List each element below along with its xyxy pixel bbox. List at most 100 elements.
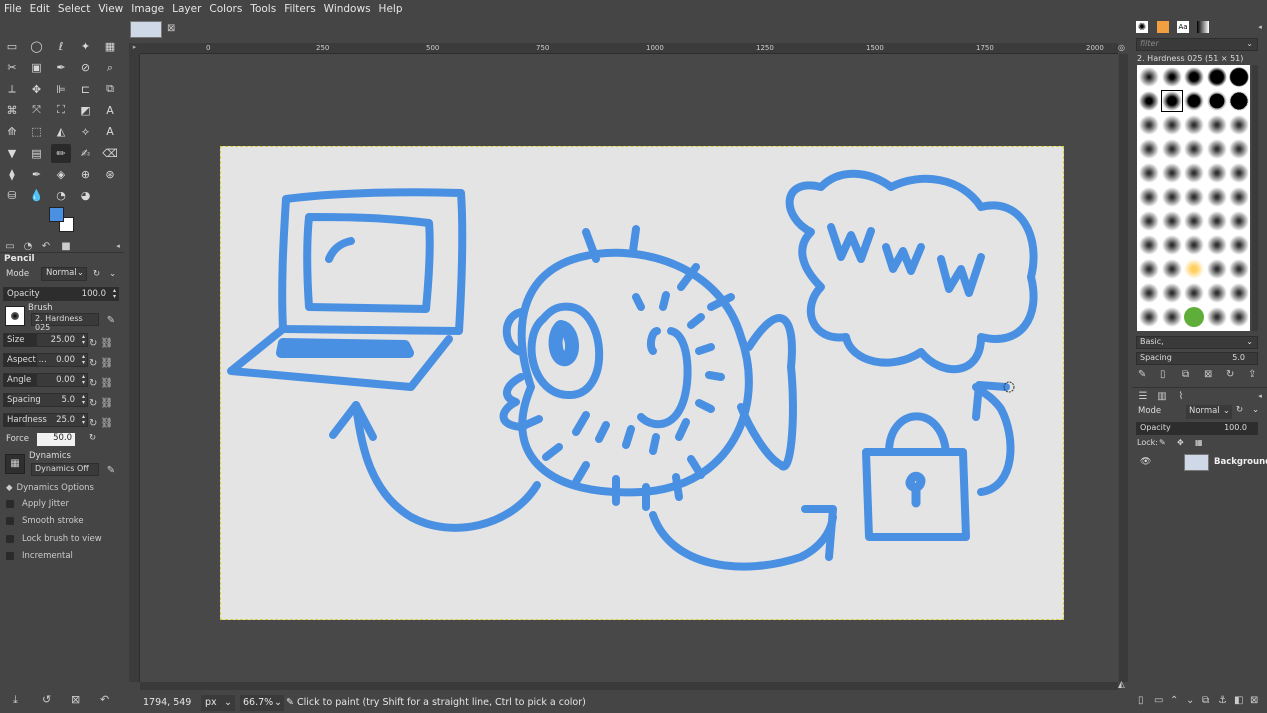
brush-thumbnail[interactable] — [1184, 139, 1204, 159]
layer-mode-reset-icon[interactable]: ↻ — [1236, 405, 1243, 415]
brush-thumbnail[interactable] — [1229, 307, 1249, 327]
fonts-tab-icon[interactable]: Aa — [1177, 21, 1189, 33]
brush-thumbnail[interactable] — [1184, 235, 1204, 255]
fuzzy-select-tool-icon[interactable]: ✦ — [76, 37, 96, 56]
perspective-clone-tool-icon[interactable]: ⛁ — [2, 186, 22, 205]
dynamics-options-expander[interactable]: ◆ Dynamics Options — [3, 481, 94, 495]
warp-transform-tool-icon[interactable]: ◭ — [51, 122, 71, 141]
zoom-select[interactable]: 66.7% ⌄ — [240, 694, 284, 711]
brush-thumbnail[interactable] — [1184, 163, 1204, 183]
brush-thumbnail[interactable] — [1139, 259, 1159, 279]
spin-arrows-icon[interactable]: ▴ ▾ — [113, 288, 116, 300]
incremental-checkbox[interactable]: Incremental — [3, 549, 73, 563]
layer-opacity-spinner[interactable]: Opacity 100.0 — [1136, 422, 1258, 435]
save-options-icon[interactable]: ⤓ — [13, 693, 18, 707]
lock-alpha-icon[interactable]: ▦ — [1195, 438, 1203, 447]
angle-spinner[interactable]: Angle 0.00 ▴ ▾ — [3, 373, 88, 387]
mask-layer-icon[interactable]: ◧ — [1234, 695, 1243, 706]
brush-thumbnail[interactable] — [1160, 90, 1183, 112]
brush-grid-scrollbar[interactable] — [1252, 65, 1258, 331]
color-picker-tool-icon[interactable]: ⊘ — [76, 58, 96, 77]
brush-thumbnail[interactable] — [1161, 67, 1182, 87]
align-tool-icon[interactable]: ⊫ — [51, 80, 71, 99]
brush-thumbnail[interactable] — [1184, 115, 1204, 135]
duplicate-layer-icon[interactable]: ⧉ — [1202, 695, 1209, 706]
pencil-tool-icon[interactable]: ✏ — [51, 143, 71, 163]
airbrush-tool-icon[interactable]: ⧫ — [2, 165, 22, 184]
tab-menu-icon[interactable]: ◂ — [1254, 21, 1266, 33]
brush-thumbnail[interactable] — [1184, 307, 1204, 327]
open-brush-icon[interactable]: ⇪ — [1248, 369, 1256, 380]
brush-thumbnail[interactable] — [1139, 211, 1159, 231]
tool-options-tab-icon[interactable]: ▭ — [4, 240, 16, 252]
lower-layer-icon[interactable]: ⌄ — [1186, 695, 1194, 706]
brush-thumbnail[interactable] — [1161, 235, 1182, 255]
cage-tool-icon[interactable]: ⟰ — [2, 122, 22, 141]
brush-thumbnail[interactable] — [1184, 67, 1204, 87]
reset-options-icon[interactable]: ↶ — [100, 693, 109, 706]
brush-thumbnail[interactable] — [1206, 163, 1227, 183]
menu-layer[interactable]: Layer — [172, 3, 201, 15]
brush-thumbnail[interactable] — [1139, 163, 1159, 183]
brush-thumbnail[interactable] — [1139, 115, 1159, 135]
smudge-tool-icon[interactable]: ◔ — [51, 186, 71, 205]
apply-jitter-checkbox[interactable]: Apply Jitter — [3, 497, 69, 511]
brush-thumbnail[interactable] — [1161, 115, 1182, 135]
menu-file[interactable]: File — [4, 3, 22, 15]
menu-help[interactable]: Help — [379, 3, 403, 15]
brush-thumbnail[interactable] — [1229, 139, 1249, 159]
new-group-icon[interactable]: ▭ — [1154, 695, 1163, 706]
brush-preset-select[interactable]: Basic, ⌄ — [1136, 336, 1258, 349]
lock-brush-checkbox[interactable]: Lock brush to view — [3, 532, 102, 546]
image-canvas[interactable] — [220, 146, 1064, 620]
menu-view[interactable]: View — [98, 3, 123, 15]
fg-color-swatch[interactable] — [49, 207, 64, 222]
new-brush-icon[interactable]: ▯ — [1160, 369, 1166, 380]
menu-colors[interactable]: Colors — [209, 3, 242, 15]
vertical-ruler[interactable] — [129, 54, 140, 682]
brush-filter-input[interactable]: filter ⌄ — [1136, 38, 1258, 51]
brush-thumbnail[interactable] — [1161, 163, 1182, 183]
zoom-lock-icon[interactable]: ◎ — [1118, 43, 1128, 53]
canvas-viewport[interactable] — [140, 54, 1118, 682]
brush-thumbnail[interactable] — [1229, 235, 1249, 255]
free-select-tool-icon[interactable]: ℓ — [51, 37, 71, 56]
delete-options-icon[interactable]: ⊠ — [71, 693, 80, 706]
warp-tool-icon[interactable]: ⌘ — [2, 101, 22, 120]
restore-options-icon[interactable]: ↺ — [42, 693, 51, 706]
edit-brush-icon[interactable]: ✎ — [1138, 369, 1146, 380]
brush-thumbnail[interactable] — [1139, 91, 1159, 111]
reset-angle-icon[interactable]: ↻ ⛓ — [89, 374, 119, 394]
blur-tool-icon[interactable]: 💧 — [27, 186, 47, 205]
menu-tools[interactable]: Tools — [250, 3, 276, 15]
brush-thumbnail[interactable] — [1229, 187, 1249, 207]
menu-edit[interactable]: Edit — [30, 3, 50, 15]
select-by-color-tool-icon[interactable]: ▦ — [100, 37, 120, 56]
brush-thumbnail[interactable] — [1206, 235, 1227, 255]
mode-reset-icon[interactable]: ↻ — [93, 269, 100, 279]
close-tab-icon[interactable]: ⊠ — [167, 23, 175, 34]
brush-thumbnail[interactable] — [1139, 307, 1159, 327]
images-tab-icon[interactable]: ■ — [60, 240, 72, 252]
mypaint-tool-icon[interactable]: ◈ — [51, 165, 71, 184]
paths-tool-icon[interactable]: ✒ — [51, 58, 71, 77]
reset-hardness-icon[interactable]: ↻ ⛓ — [89, 414, 119, 434]
brush-thumbnail[interactable] — [1184, 91, 1204, 111]
menu-windows[interactable]: Windows — [324, 3, 371, 15]
brush-thumbnail[interactable] — [1206, 187, 1227, 207]
spin-arrows-icon[interactable]: ▴ ▾ — [82, 354, 85, 366]
gegl-tool-icon[interactable]: ⟡ — [76, 122, 96, 141]
spacing-spinner[interactable]: Spacing 5.0 ▴ ▾ — [3, 393, 88, 407]
brushes-tab-icon[interactable]: ✺ — [1136, 21, 1148, 33]
device-status-tab-icon[interactable]: ◔ — [22, 240, 34, 252]
measure-tool-icon[interactable]: ⟂ — [2, 80, 22, 99]
brush-thumbnail[interactable] — [1139, 187, 1159, 207]
brush-thumbnail[interactable] — [1229, 283, 1249, 303]
ellipse-select-tool-icon[interactable]: ◯ — [27, 37, 47, 56]
brush-thumbnail[interactable] — [1229, 163, 1249, 183]
gradient-tool-icon[interactable]: ▤ — [27, 144, 47, 163]
dodge-burn-tool-icon[interactable]: ◕ — [76, 186, 96, 205]
delete-layer-icon[interactable]: ⊠ — [1250, 695, 1258, 706]
move-tool-icon[interactable]: ✥ — [27, 80, 47, 99]
duplicate-brush-icon[interactable]: ⧉ — [1182, 369, 1189, 380]
